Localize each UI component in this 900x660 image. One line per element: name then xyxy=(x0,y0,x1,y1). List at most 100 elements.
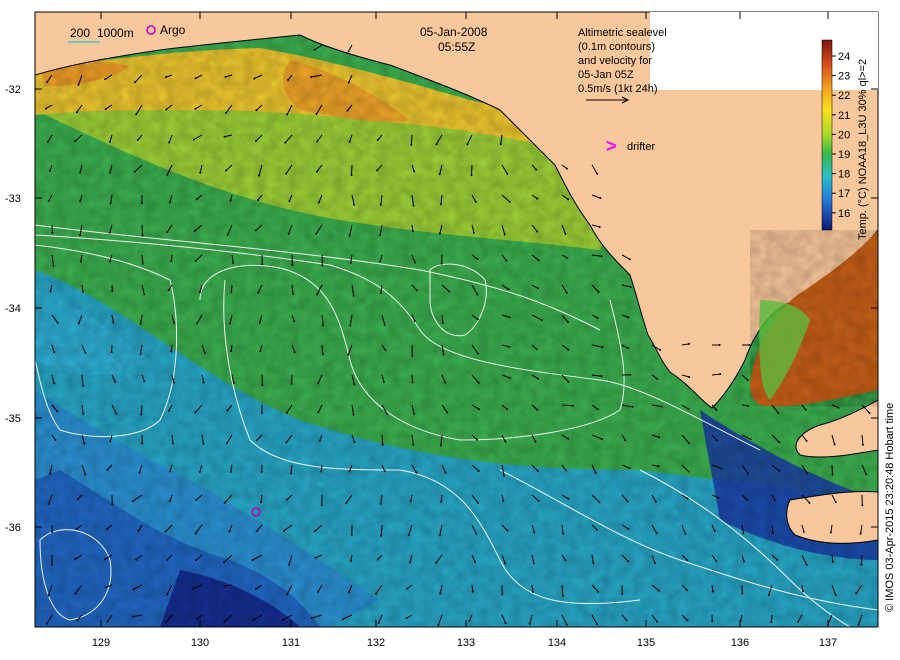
velocity-arrow-head xyxy=(79,171,82,174)
velocity-arrow-head xyxy=(53,382,56,385)
velocity-arrow-head xyxy=(688,342,691,345)
velocity-arrow-head xyxy=(535,168,538,171)
velocity-arrow-head xyxy=(506,408,508,411)
velocity-arrow-head xyxy=(476,258,479,260)
velocity-arrow-head xyxy=(133,170,136,173)
velocity-arrow-head xyxy=(381,443,384,446)
velocity-arrow-head xyxy=(168,409,170,412)
velocity-arrow-head xyxy=(232,381,235,384)
land-kangaroo-island xyxy=(786,491,878,544)
velocity-arrow-head xyxy=(477,352,479,355)
velocity-arrow-head xyxy=(322,324,325,327)
velocity-arrow-head xyxy=(112,321,115,324)
velocity-arrow-head xyxy=(348,234,351,237)
velocity-arrow-head xyxy=(106,620,109,623)
plot-area xyxy=(35,12,878,627)
velocity-arrow-head xyxy=(631,405,634,408)
velocity-arrow-head xyxy=(415,289,418,292)
velocity-arrow-head xyxy=(712,590,714,593)
velocity-arrow-head xyxy=(475,532,478,535)
velocity-arrow-head xyxy=(435,143,438,146)
velocity-arrow-head xyxy=(564,559,567,562)
scale-label-200: 200 xyxy=(70,26,90,40)
velocity-arrow-head xyxy=(194,259,197,262)
velocity-arrow-head xyxy=(749,438,752,441)
velocity-arrow-head xyxy=(715,439,718,442)
title-date: 05-Jan-2008 xyxy=(420,25,488,39)
velocity-arrow-head xyxy=(592,562,595,565)
velocity-arrow-head xyxy=(53,351,56,354)
velocity-arrow-head xyxy=(686,589,689,592)
velocity-arrow-head xyxy=(565,167,568,170)
velocity-arrow-head xyxy=(627,560,630,563)
velocity-arrow-head xyxy=(861,504,864,507)
velocity-arrow-head xyxy=(865,473,868,476)
velocity-arrow-head xyxy=(438,232,441,235)
velocity-arrow-head xyxy=(596,623,598,626)
velocity-arrow-head xyxy=(536,197,539,200)
velocity-arrow-head xyxy=(287,232,290,235)
velocity-arrow-head xyxy=(313,530,316,533)
velocity-arrow-head xyxy=(109,171,112,174)
velocity-arrow-head xyxy=(194,77,197,80)
velocity-arrow-head xyxy=(352,294,355,297)
note-line-1: Altimetric sealevel xyxy=(578,27,667,39)
velocity-arrow-head xyxy=(224,75,227,78)
velocity-arrow-head xyxy=(251,559,254,561)
velocity-arrow-head xyxy=(143,380,146,383)
velocity-arrow-head xyxy=(56,321,59,324)
velocity-arrow-head xyxy=(82,384,84,387)
velocity-arrow-head xyxy=(196,322,199,325)
velocity-arrow-head xyxy=(564,232,567,235)
velocity-arrow-head xyxy=(291,263,294,266)
velocity-arrow-head xyxy=(438,173,441,176)
velocity-arrow-head xyxy=(629,373,632,376)
velocity-arrow-head xyxy=(255,439,258,442)
velocity-arrow-head xyxy=(778,441,781,444)
velocity-arrow xyxy=(351,164,353,176)
velocity-arrow-head xyxy=(654,500,657,503)
velocity-arrow-head xyxy=(290,382,293,385)
velocity-arrow-head xyxy=(229,322,232,325)
argo-legend-label: Argo xyxy=(160,23,186,37)
velocity-arrow-head xyxy=(261,384,264,387)
velocity-arrow-head xyxy=(166,231,169,234)
velocity-arrow-head xyxy=(84,473,87,476)
velocity-arrow-head xyxy=(857,623,860,626)
velocity-arrow-head xyxy=(834,594,837,596)
velocity-arrow-head xyxy=(405,617,408,619)
colorbar-tick-label: 20 xyxy=(838,129,850,141)
velocity-arrow-head xyxy=(288,200,291,202)
velocity-arrow-head xyxy=(804,408,807,411)
velocity-arrow-head xyxy=(104,558,107,561)
velocity-arrow-head xyxy=(594,471,597,474)
velocity-arrow-head xyxy=(376,558,379,561)
velocity-arrow-head xyxy=(49,472,52,475)
velocity-arrow-head xyxy=(77,83,80,86)
velocity-arrow-head xyxy=(476,293,479,296)
velocity-arrow-head xyxy=(349,560,352,562)
velocity-arrow-head xyxy=(223,620,226,623)
colorbar-tick-label: 23 xyxy=(838,71,850,83)
velocity-arrow-head xyxy=(82,412,85,415)
velocity-arrow-head xyxy=(718,344,721,346)
velocity-arrow-head xyxy=(438,534,441,537)
velocity-arrow-head xyxy=(232,261,235,264)
velocity-arrow-head xyxy=(106,528,109,531)
velocity-arrow-head xyxy=(413,319,416,322)
note-line-2: (0.1m contours) xyxy=(578,41,655,53)
velocity-arrow-head xyxy=(566,320,569,323)
velocity-arrow-head xyxy=(536,230,539,233)
velocity-arrow-head xyxy=(596,408,599,411)
velocity-arrow-head xyxy=(139,353,142,356)
velocity-arrow-head xyxy=(223,501,226,504)
velocity-arrow-head xyxy=(76,498,79,501)
velocity-arrow-head xyxy=(806,472,808,475)
velocity-arrow-head xyxy=(567,497,570,500)
velocity-arrow-head xyxy=(56,410,59,413)
velocity-arrow-head xyxy=(257,291,260,294)
velocity-arrow-head xyxy=(379,292,382,294)
velocity-arrow-head xyxy=(134,81,137,84)
velocity-arrow-head xyxy=(837,406,840,409)
x-tick-label: 136 xyxy=(731,637,749,649)
